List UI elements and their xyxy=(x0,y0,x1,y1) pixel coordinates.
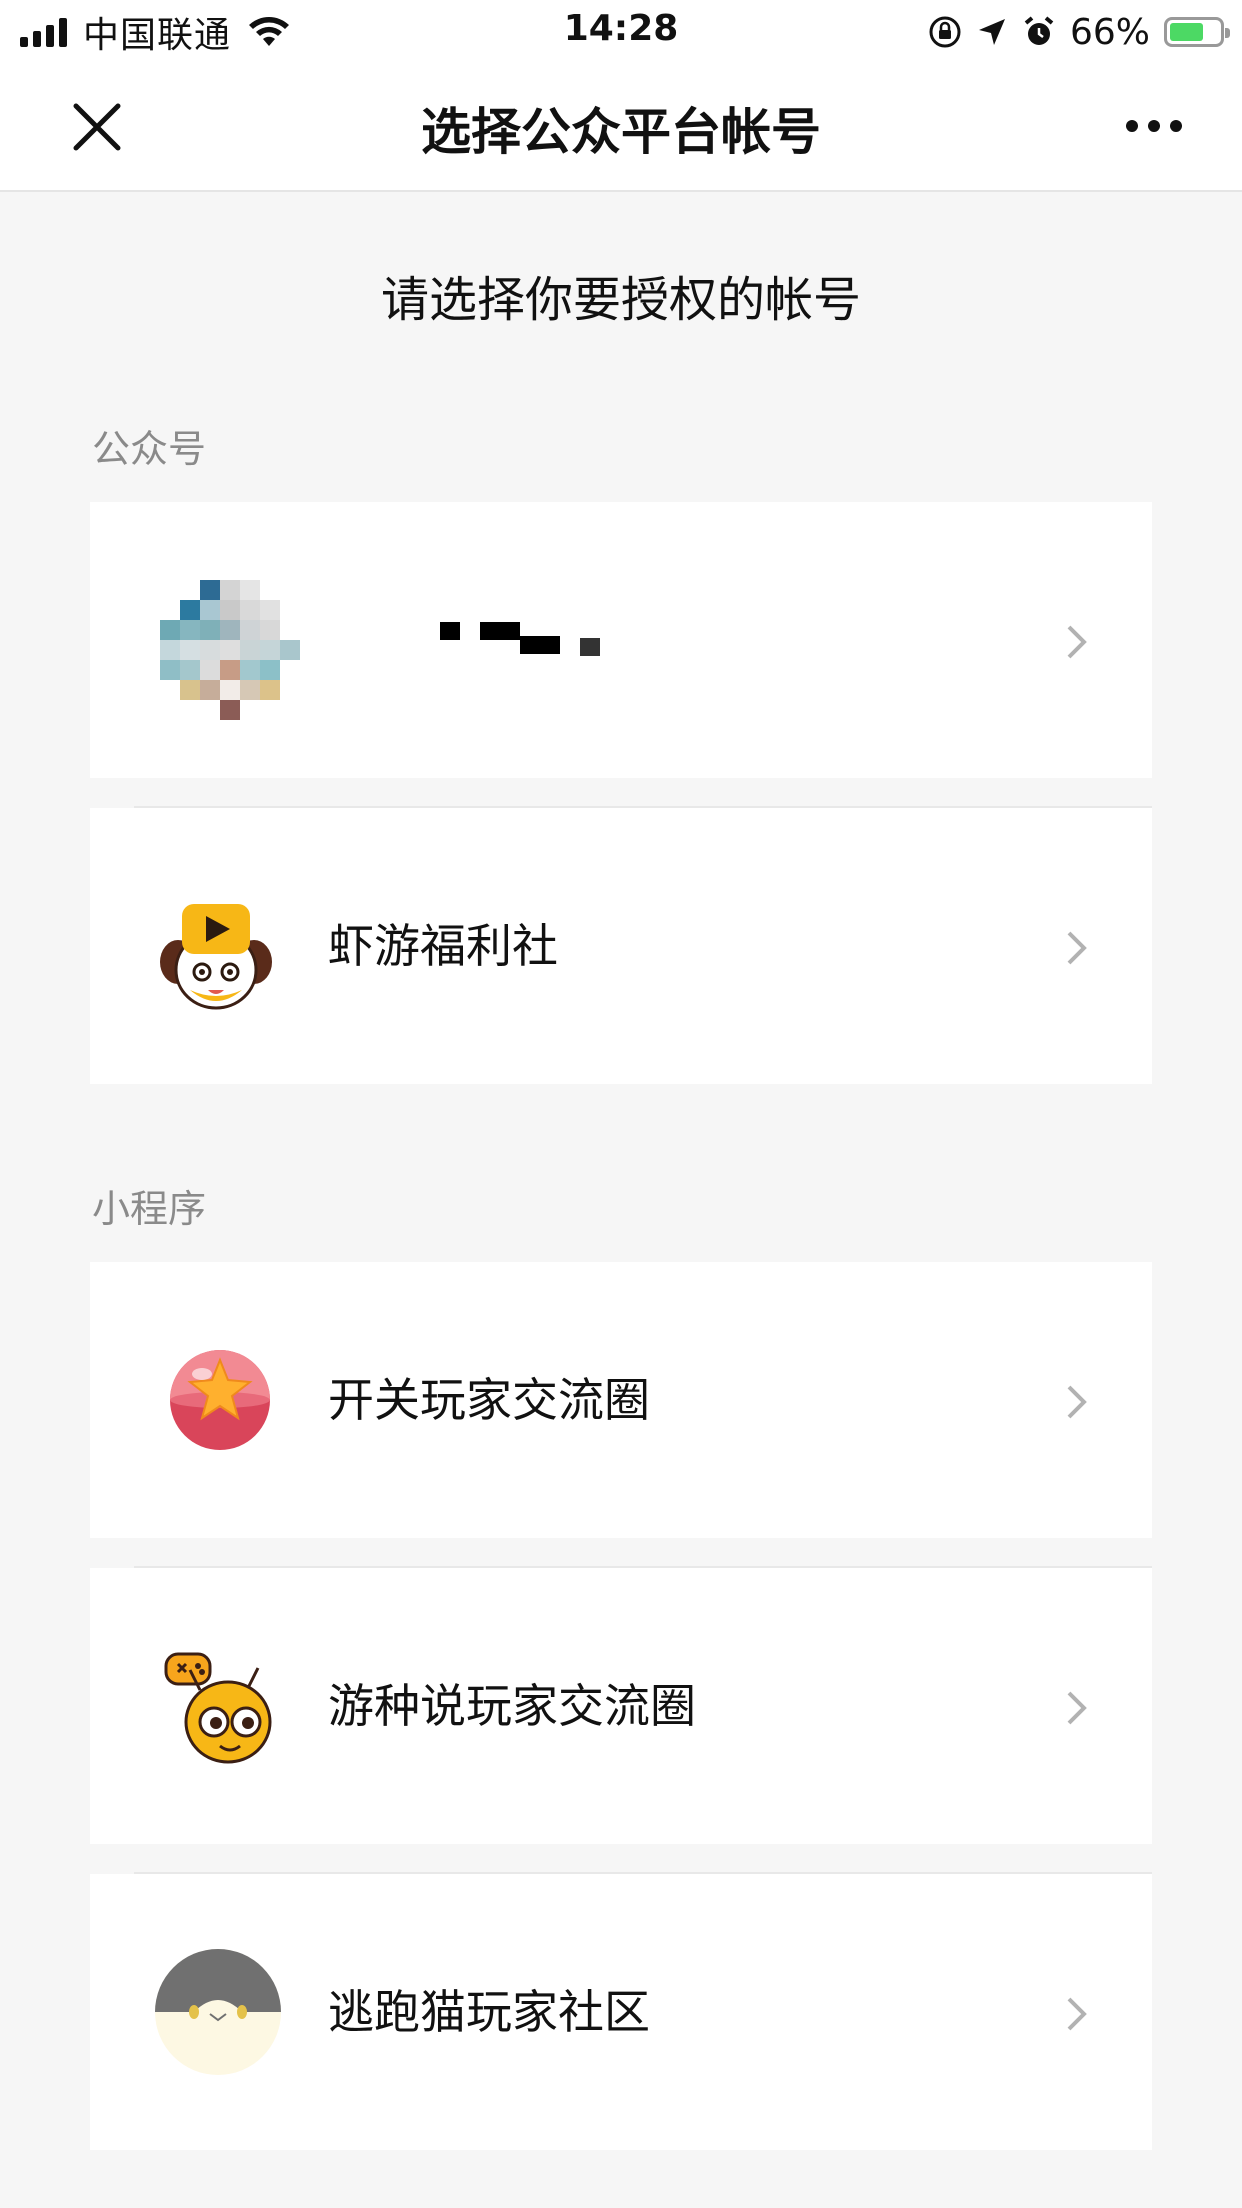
section-title-miniprogram: 小程序 xyxy=(92,1187,207,1231)
instruction-text: 请选择你要授权的帐号 xyxy=(380,272,861,328)
account-label: 开关玩家交流圈 xyxy=(328,1373,650,1427)
battery-fill xyxy=(1170,23,1203,41)
section-title-official: 公众号 xyxy=(92,427,207,471)
account-item[interactable] xyxy=(90,502,1152,778)
blurred-avatar-icon xyxy=(160,580,300,720)
account-label: 逃跑猫玩家社区 xyxy=(328,1985,650,2039)
cat-face-icon xyxy=(155,1949,281,2075)
chevron-right-icon xyxy=(1067,1997,1087,2031)
chevron-right-icon xyxy=(1067,931,1087,965)
status-bar: 中国联通 14:28 66% xyxy=(0,0,1242,62)
more-icon[interactable] xyxy=(1126,120,1182,132)
bee-gamepad-icon xyxy=(164,1652,272,1764)
chevron-right-icon xyxy=(1067,1385,1087,1419)
chevron-right-icon xyxy=(1067,1691,1087,1725)
puppy-mascot-icon xyxy=(160,904,272,1010)
account-item[interactable]: 开关玩家交流圈 xyxy=(90,1262,1152,1538)
location-icon xyxy=(978,19,1005,45)
chevron-right-icon xyxy=(1067,625,1087,659)
page-title: 选择公众平台帐号 xyxy=(421,103,821,161)
orientation-lock-icon xyxy=(929,16,961,48)
battery-percent: 66% xyxy=(1069,11,1150,53)
account-item[interactable]: 虾游福利社 xyxy=(90,808,1152,1084)
account-label: 虾游福利社 xyxy=(328,919,558,973)
status-right: 66% xyxy=(928,10,1230,54)
alarm-icon xyxy=(1024,16,1054,45)
account-item[interactable]: 游种说玩家交流圈 xyxy=(90,1568,1152,1844)
account-item[interactable]: 逃跑猫玩家社区 xyxy=(90,1874,1152,2150)
account-label: 游种说玩家交流圈 xyxy=(328,1679,696,1733)
battery-icon xyxy=(1164,17,1230,47)
nav-bar: 选择公众平台帐号 xyxy=(0,62,1242,192)
star-ball-icon xyxy=(170,1350,270,1450)
redacted-name-block xyxy=(440,622,600,656)
